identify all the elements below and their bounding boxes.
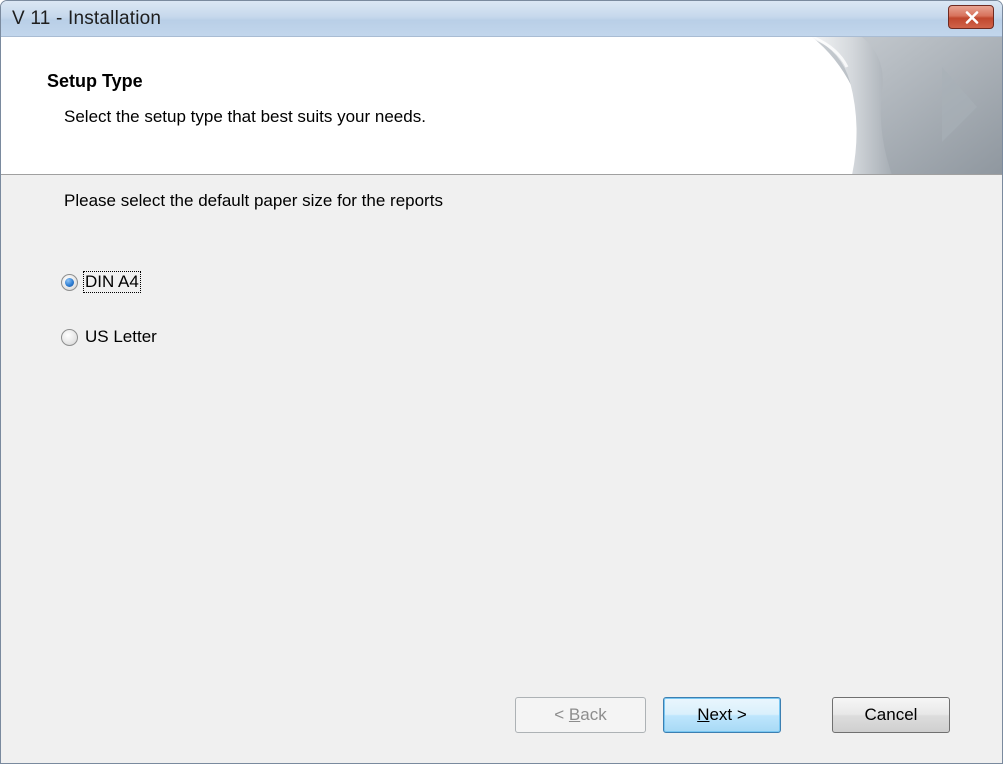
back-button[interactable]: < Back xyxy=(515,697,646,733)
window-title: V 11 - Installation xyxy=(12,8,162,29)
wizard-content: Please select the default paper size for… xyxy=(1,175,1002,763)
next-button-rest: ext > xyxy=(709,705,747,724)
radio-button-din-a4[interactable] xyxy=(61,273,78,291)
page-subtitle: Select the setup type that best suits yo… xyxy=(64,107,426,126)
cancel-button[interactable]: Cancel xyxy=(832,697,950,733)
installer-window: V 11 - Installation Setup Type Select th… xyxy=(0,0,1003,764)
paper-size-prompt: Please select the default paper size for… xyxy=(64,191,443,210)
title-bar[interactable]: V 11 - Installation xyxy=(1,1,1002,37)
page-curl-graphic xyxy=(811,37,1002,174)
radio-option-us-letter[interactable]: US Letter xyxy=(61,327,158,347)
back-button-prefix: < xyxy=(554,705,569,724)
back-button-mnemonic: B xyxy=(568,705,581,724)
next-button[interactable]: Next > xyxy=(663,697,781,733)
radio-button-us-letter[interactable] xyxy=(61,328,78,346)
wizard-header: Setup Type Select the setup type that be… xyxy=(1,37,1002,175)
close-icon xyxy=(965,11,979,24)
close-button[interactable] xyxy=(948,5,994,29)
radio-label-us-letter[interactable]: US Letter xyxy=(84,327,158,347)
back-button-rest: ack xyxy=(580,705,607,724)
next-button-mnemonic: N xyxy=(697,705,710,724)
radio-label-din-a4[interactable]: DIN A4 xyxy=(83,271,141,293)
radio-option-din-a4[interactable]: DIN A4 xyxy=(61,271,141,293)
page-title: Setup Type xyxy=(47,71,143,91)
